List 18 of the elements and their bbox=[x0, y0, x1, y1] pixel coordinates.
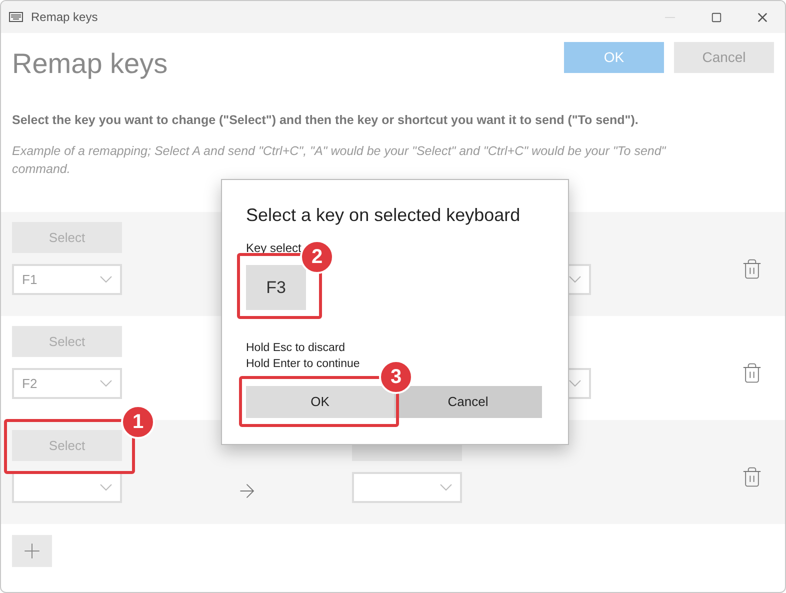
hint-text: Hold Esc to discard bbox=[246, 341, 346, 356]
hint-text: Hold Enter to continue bbox=[246, 357, 361, 372]
select-button[interactable]: Select bbox=[12, 430, 122, 461]
dialog-title: Select a key on selected keyboard bbox=[246, 204, 522, 227]
instruction-text: Select the key you want to change ("Select") and then the key or shortcut you want it to send ("To send"). bbox=[12, 112, 640, 129]
page-title: Remap keys bbox=[12, 47, 168, 81]
select-button[interactable]: Select bbox=[12, 222, 122, 253]
window-title: Remap keys bbox=[31, 9, 98, 26]
selected-key: F3 bbox=[246, 265, 306, 310]
dialog-ok-button[interactable]: OK bbox=[246, 386, 394, 418]
cancel-button[interactable]: Cancel bbox=[674, 42, 774, 73]
example-text: Example of a remapping; Select A and send "Ctrl+C", "A" would be your "Select" and "Ctrl+C" would be your "To send" command. bbox=[12, 142, 667, 178]
select-button[interactable]: Select bbox=[12, 326, 122, 357]
key-dropdown[interactable]: F2 bbox=[12, 368, 122, 399]
key-dropdown[interactable]: F1 bbox=[12, 264, 122, 295]
dialog-cancel-button[interactable]: Cancel bbox=[394, 386, 542, 418]
ok-button[interactable]: OK bbox=[564, 42, 664, 73]
key-label: Key select bbox=[246, 240, 302, 257]
